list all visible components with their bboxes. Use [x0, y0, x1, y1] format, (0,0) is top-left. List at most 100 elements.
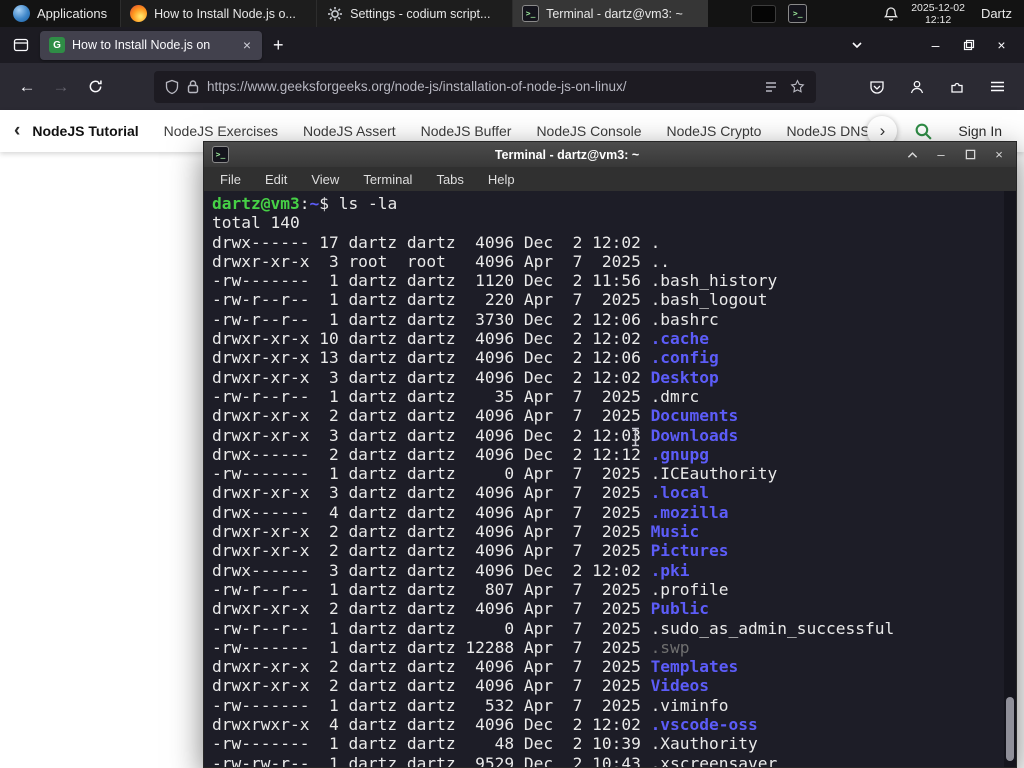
file-meta: drwxr-xr-x 2 dartz dartz 4096 Apr 7 2025 [212, 657, 651, 677]
taskbar-item-browser[interactable]: How to Install Node.js o... [120, 0, 317, 27]
address-bar[interactable]: https://www.geeksforgeeks.org/node-js/in… [154, 70, 816, 103]
reader-mode-icon[interactable] [764, 80, 778, 94]
prompt-path: ~ [309, 194, 320, 213]
taskbar-item-terminal[interactable]: >_ Terminal - dartz@vm3: ~ [512, 0, 709, 27]
terminal-total-line: total 140 [212, 213, 300, 233]
list-tabs-chevron-icon[interactable] [843, 32, 871, 58]
gear-icon [326, 5, 343, 22]
file-name: Desktop [650, 367, 719, 387]
extensions-icon[interactable] [940, 71, 974, 103]
terminal-window-title: Terminal - dartz@vm3: ~ [494, 147, 640, 162]
terminal-line: -rw-r--r-- 1 dartz dartz 807 Apr 7 2025 … [212, 580, 1000, 599]
file-meta: -rw-r--r-- 1 dartz dartz 0 Apr 7 2025 [212, 618, 651, 638]
terminal-scrollbar[interactable] [1004, 191, 1016, 767]
file-name: .viminfo [650, 695, 729, 715]
window-close-button[interactable]: × [985, 32, 1018, 59]
menu-tabs[interactable]: Tabs [436, 172, 463, 187]
file-name: .config [650, 348, 719, 368]
taskbar-item-title: Settings - codium script... [350, 6, 491, 21]
tab-close-icon[interactable]: × [241, 37, 253, 53]
prompt-user-host: dartz@vm3 [212, 194, 300, 213]
sign-in-button[interactable]: Sign In [950, 119, 1010, 143]
nav-item[interactable]: NodeJS Tutorial [32, 123, 138, 139]
nav-scroll-left-icon[interactable]: ‹ [14, 120, 20, 142]
menu-terminal[interactable]: Terminal [363, 172, 412, 187]
tab-bar-right: – × [843, 32, 1018, 59]
terminal-titlebar[interactable]: >_ Terminal - dartz@vm3: ~ – × [204, 142, 1016, 167]
session-user-label[interactable]: Dartz [977, 6, 1016, 21]
applications-menu-button[interactable]: Applications [0, 0, 120, 27]
applications-label: Applications [37, 6, 108, 21]
forward-icon[interactable]: → [44, 71, 78, 103]
scrollbar-thumb[interactable] [1006, 697, 1014, 761]
tracking-shield-icon[interactable] [165, 79, 179, 95]
file-name: .ICEauthority [650, 464, 778, 484]
browser-tab-bar: G How to Install Node.js on × + – × [0, 27, 1024, 63]
file-meta: drwx------ 17 dartz dartz 4096 Dec 2 12:… [212, 232, 651, 252]
menu-view[interactable]: View [311, 172, 339, 187]
nav-item[interactable]: NodeJS Assert [303, 123, 396, 139]
file-name: Videos [650, 676, 710, 696]
terminal-output: dartz@vm3:~$ ls -la total 140 drwx------ 1… [212, 194, 1000, 767]
file-meta: -rw------- 1 dartz dartz 0 Apr 7 2025 [212, 464, 651, 484]
terminal-tray-icon[interactable]: >_ [788, 4, 808, 23]
nav-item[interactable]: NodeJS Console [536, 123, 641, 139]
file-name: .swp [650, 637, 690, 657]
menu-edit[interactable]: Edit [265, 172, 287, 187]
account-icon[interactable] [900, 71, 934, 103]
system-panel: Applications How to Install Node.js o...… [0, 0, 1024, 27]
terminal-window-icon: >_ [212, 146, 229, 163]
taskbar: How to Install Node.js o... Settings - c… [120, 0, 709, 27]
window-preview-icon[interactable] [751, 4, 777, 23]
desktop: Applications How to Install Node.js o...… [0, 0, 1024, 768]
nav-item[interactable]: NodeJS Exercises [164, 123, 278, 139]
file-meta: -rw-r--r-- 1 dartz dartz 220 Apr 7 2025 [212, 290, 651, 310]
terminal-maximize-button[interactable] [963, 147, 977, 163]
taskbar-item-settings[interactable]: Settings - codium script... [316, 0, 513, 27]
gfg-favicon: G [49, 37, 65, 53]
terminal-line: drwxr-xr-x 2 dartz dartz 4096 Apr 7 2025… [212, 541, 1000, 560]
file-meta: drwxr-xr-x 2 dartz dartz 4096 Apr 7 2025 [212, 676, 651, 696]
file-name: .dmrc [650, 386, 700, 406]
bookmark-star-icon[interactable] [790, 79, 805, 94]
terminal-line: -rw-r--r-- 1 dartz dartz 3730 Dec 2 12:0… [212, 310, 1000, 329]
terminal-line: drwx------ 4 dartz dartz 4096 Apr 7 2025… [212, 503, 1000, 522]
terminal-body[interactable]: dartz@vm3:~$ ls -la total 140 drwx------ 1… [204, 191, 1016, 767]
terminal-minimize-button[interactable]: – [934, 147, 948, 163]
file-meta: -rw-rw-r-- 1 dartz dartz 9529 Dec 2 10:4… [212, 753, 651, 767]
menu-hamburger-icon[interactable] [980, 71, 1014, 103]
terminal-line: -rw------- 1 dartz dartz 48 Dec 2 10:39 … [212, 734, 1000, 753]
window-restore-button[interactable] [952, 32, 985, 59]
file-meta: drwxr-xr-x 3 dartz dartz 4096 Apr 7 2025 [212, 483, 651, 503]
clock[interactable]: 2025-12-02 12:12 [911, 2, 965, 26]
menu-help[interactable]: Help [488, 172, 515, 187]
nav-item[interactable]: NodeJS DNS [786, 123, 869, 139]
reload-icon[interactable] [78, 71, 112, 103]
notification-bell-icon[interactable] [883, 6, 899, 22]
window-minimize-button[interactable]: – [919, 32, 952, 59]
site-nav-items: NodeJS Tutorial NodeJS Exercises NodeJS As… [32, 123, 889, 139]
new-tab-button[interactable]: + [262, 35, 295, 56]
firefox-view-icon[interactable] [6, 31, 36, 59]
lock-icon[interactable] [187, 79, 199, 94]
terminal-line: -rw------- 1 dartz dartz 532 Apr 7 2025 … [212, 696, 1000, 715]
file-meta: -rw------- 1 dartz dartz 12288 Apr 7 202… [212, 637, 651, 657]
pocket-icon[interactable] [860, 71, 894, 103]
file-name: .Xauthority [650, 734, 758, 754]
search-icon[interactable] [914, 122, 933, 141]
nav-item[interactable]: NodeJS Buffer [421, 123, 512, 139]
menu-file[interactable]: File [220, 172, 241, 187]
terminal-line: -rw-r--r-- 1 dartz dartz 35 Apr 7 2025 .… [212, 387, 1000, 406]
terminal-menubar: File Edit View Terminal Tabs Help [204, 167, 1016, 191]
terminal-close-button[interactable]: × [992, 147, 1006, 163]
terminal-line: drwxr-xr-x 2 dartz dartz 4096 Apr 7 2025… [212, 676, 1000, 695]
nav-item[interactable]: NodeJS Crypto [667, 123, 762, 139]
file-name: .vscode-oss [650, 715, 758, 735]
system-tray: >_ 2025-12-02 12:12 Dartz [751, 0, 1024, 27]
terminal-shade-icon[interactable] [905, 147, 919, 163]
browser-tab-active[interactable]: G How to Install Node.js on × [40, 30, 262, 60]
terminal-line: drwx------ 3 dartz dartz 4096 Dec 2 12:0… [212, 561, 1000, 580]
terminal-line: drwx------ 17 dartz dartz 4096 Dec 2 12:… [212, 233, 1000, 252]
back-icon[interactable]: ← [10, 71, 44, 103]
url-text[interactable]: https://www.geeksforgeeks.org/node-js/in… [207, 79, 756, 94]
